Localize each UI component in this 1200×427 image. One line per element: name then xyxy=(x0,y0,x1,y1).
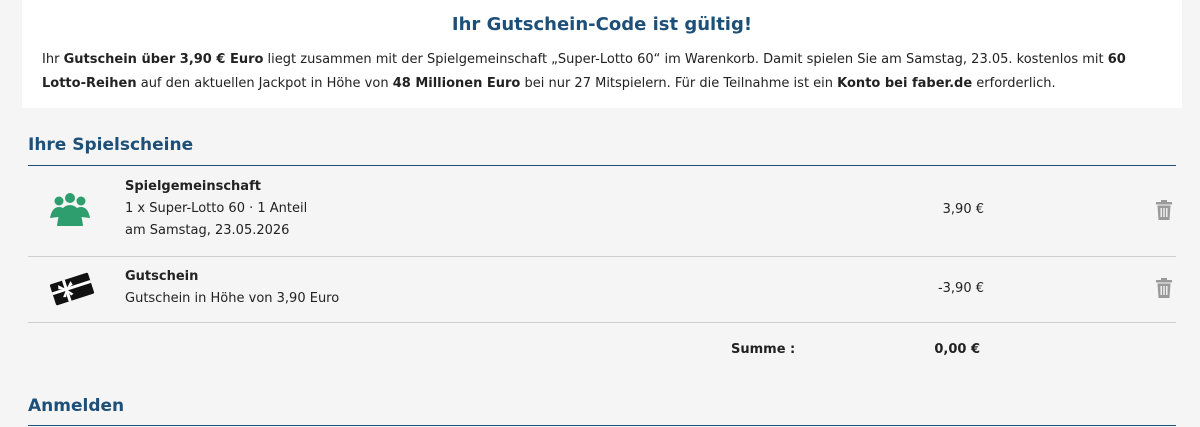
cart-item-price: 3,90 € xyxy=(942,202,984,217)
delete-item-button[interactable] xyxy=(1156,200,1172,220)
notice-title: Ihr Gutschein-Code ist gültig! xyxy=(451,14,753,35)
divider xyxy=(28,165,1176,166)
notice-text: Ihr Gutschein über 3,90 € Euro liegt zus… xyxy=(42,48,1167,96)
cart-section-title: Ihre Spielscheine xyxy=(28,135,194,155)
notice-text-part: bei nur 27 Mitspielern. Für die Teilnahm… xyxy=(520,76,838,91)
cart-item-spielgemeinschaft: Spielgemeinschaft 1 x Super-Lotto 60 · 1… xyxy=(28,176,1176,256)
delete-item-button[interactable] xyxy=(1156,278,1172,298)
cart-item-date: am Samstag, 23.05.2026 xyxy=(125,223,290,238)
divider xyxy=(28,322,1176,323)
cart-item-details: Gutschein Gutschein in Höhe von 3,90 Eur… xyxy=(125,266,339,310)
sum-value: 0,00 € xyxy=(934,342,980,357)
cart-item-gutschein: Gutschein Gutschein in Höhe von 3,90 Eur… xyxy=(28,266,1176,322)
notice-account-requirement: Konto bei faber.de xyxy=(837,76,973,91)
login-section-title: Anmelden xyxy=(28,396,125,416)
voucher-valid-notice: Ihr Gutschein-Code ist gültig! Ihr Gutsc… xyxy=(22,0,1182,108)
notice-text-part: Ihr xyxy=(42,52,64,67)
notice-voucher-amount: Gutschein über 3,90 € Euro xyxy=(63,52,264,67)
cart-item-description: 1 x Super-Lotto 60 · 1 Anteil xyxy=(125,201,308,216)
cart-item-title: Spielgemeinschaft xyxy=(125,179,261,194)
notice-text-part: erforderlich. xyxy=(972,76,1056,91)
notice-jackpot: 48 Millionen Euro xyxy=(392,76,521,91)
cart-item-details: Spielgemeinschaft 1 x Super-Lotto 60 · 1… xyxy=(125,176,307,242)
cart-item-price: -3,90 € xyxy=(937,281,984,296)
sum-label: Summe : xyxy=(731,342,796,357)
divider xyxy=(28,425,1176,426)
group-icon xyxy=(48,192,92,232)
cart-item-description: Gutschein in Höhe von 3,90 Euro xyxy=(125,291,340,306)
notice-text-part: auf den aktuellen Jackpot in Höhe von xyxy=(136,76,393,91)
trash-icon xyxy=(1156,200,1172,220)
notice-text-part: liegt zusammen mit der Spielgemeinschaft… xyxy=(263,52,1108,67)
divider xyxy=(28,256,1176,257)
trash-icon xyxy=(1156,278,1172,298)
gift-card-icon xyxy=(48,272,96,310)
cart-item-title: Gutschein xyxy=(125,269,199,284)
